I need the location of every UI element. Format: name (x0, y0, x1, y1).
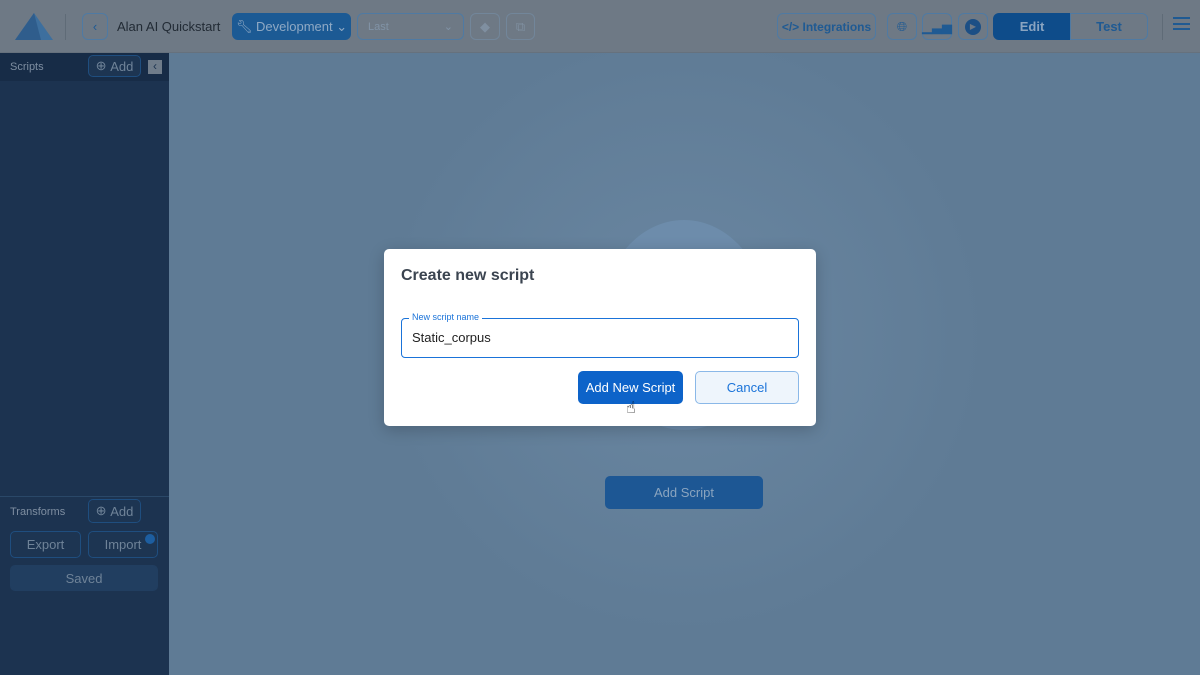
tag-add-icon: ◆ (480, 18, 490, 34)
field-label: New script name (409, 312, 483, 322)
sidebar: Scripts ⊕ Add ‹ Transforms ⊕ Add Export … (0, 53, 169, 675)
cancel-button[interactable]: Cancel (695, 371, 799, 404)
add-script-button[interactable]: Add Script (605, 476, 763, 509)
alan-logo (15, 13, 53, 40)
create-script-dialog: Create new script New script name Add Ne… (384, 249, 816, 426)
tag-button[interactable]: ◆ (470, 13, 500, 40)
copy-icon: ⧉ (515, 18, 526, 34)
help-icon[interactable] (145, 534, 155, 544)
import-button[interactable]: Import (88, 531, 158, 558)
back-button[interactable]: ‹ (82, 13, 108, 40)
version-select[interactable]: Last ⌄ (357, 13, 464, 40)
chevron-down-icon: ⌄ (443, 21, 453, 33)
globe-button[interactable]: 🌐︎ (887, 13, 917, 40)
wrench-icon: 🔧︎ (235, 18, 253, 34)
export-button[interactable]: Export (10, 531, 81, 558)
code-icon: </> (781, 19, 800, 34)
chevron-left-icon: ‹ (92, 19, 98, 34)
bar-chart-icon: ▁▃▅ (922, 18, 952, 34)
edit-tab[interactable]: Edit (993, 13, 1071, 40)
test-tab[interactable]: Test (1070, 13, 1148, 40)
add-transform-button[interactable]: ⊕ Add (88, 499, 141, 523)
menu-button[interactable] (1173, 17, 1190, 30)
globe-icon: 🌐︎ (896, 18, 908, 34)
play-button[interactable]: ▶ (958, 13, 988, 40)
analytics-button[interactable]: ▁▃▅ (922, 13, 952, 40)
top-toolbar: ‹ Alan AI Quickstart 🔧︎ Development ⌄ La… (0, 0, 1200, 53)
project-title: Alan AI Quickstart (117, 19, 221, 34)
environment-dropdown[interactable]: 🔧︎ Development ⌄ (232, 13, 351, 40)
dialog-title: Create new script (401, 267, 535, 284)
saved-status: Saved (10, 565, 158, 591)
play-icon: ▶ (965, 18, 981, 35)
plus-circle-icon: ⊕ (95, 58, 107, 73)
hamburger-icon (1173, 17, 1190, 30)
collapse-sidebar-button[interactable]: ‹ (148, 60, 162, 74)
scripts-section-header: Scripts ⊕ Add ‹ (0, 53, 169, 81)
integrations-button[interactable]: </> Integrations (777, 13, 876, 40)
plus-circle-icon: ⊕ (95, 503, 107, 518)
compare-button[interactable]: ⧉ (506, 13, 535, 40)
script-name-field: New script name (401, 312, 799, 358)
transforms-section: Transforms ⊕ Add Export Import Saved (0, 496, 169, 596)
chevron-down-icon: ⌄ (336, 18, 348, 34)
hand-cursor-icon: ☝︎ (626, 400, 636, 417)
script-name-input[interactable] (412, 330, 782, 345)
add-script-sidebar-button[interactable]: ⊕ Add (88, 55, 141, 77)
chevron-left-icon: ‹ (153, 59, 157, 73)
